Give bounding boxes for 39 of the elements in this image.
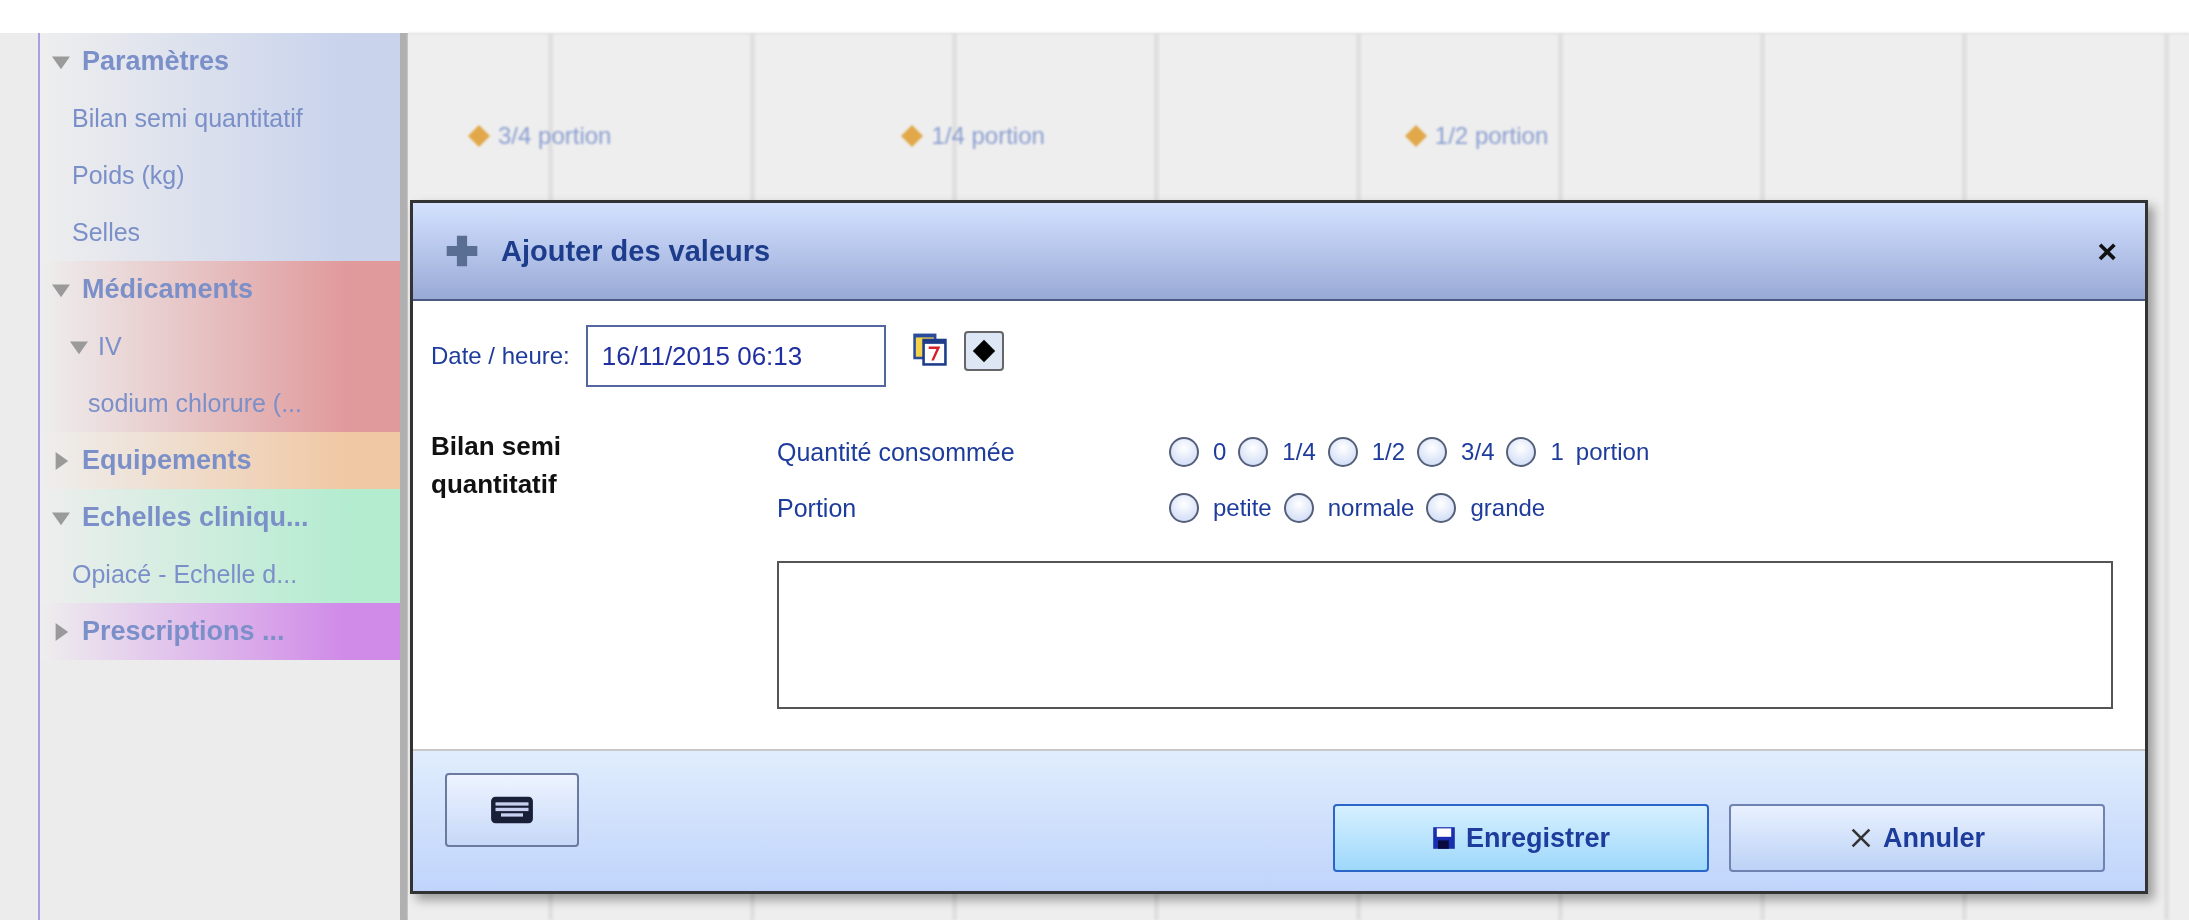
option-label: 3/4 [1461,438,1495,466]
radio-button[interactable] [1169,437,1199,467]
now-button[interactable] [963,331,1004,371]
date-field[interactable]: 16/11/2015 06:13 [585,325,886,387]
save-button[interactable]: Enregistrer [1333,804,1709,872]
notes-field[interactable] [777,561,2113,709]
option-label: normale [1327,494,1415,522]
radio-button[interactable] [1426,493,1457,523]
diamond-icon [901,125,924,147]
radio-button[interactable] [1506,437,1537,467]
calendar-icon[interactable] [911,331,948,367]
event-label: 1/2 portion [1434,122,1549,150]
unit-label: portion [1575,438,1650,466]
cancel-button[interactable]: Annuler [1729,804,2105,872]
keyboard-icon [490,795,534,825]
event-label: 1/4 portion [931,122,1045,150]
radio-button[interactable] [1169,493,1199,523]
field-label: Quantité consommée [777,437,1016,467]
radio-button[interactable] [1238,437,1269,467]
radio-button[interactable] [1327,437,1358,467]
option-label: 0 [1213,438,1227,466]
plus-icon [445,234,479,268]
event-label: 3/4 portion [498,122,612,150]
diamond-icon [468,125,490,147]
radio-button[interactable] [1283,493,1314,523]
keyboard-button[interactable] [445,773,579,847]
option-label: petite [1213,494,1272,522]
option-label: grande [1470,494,1546,522]
dialog-title: Ajouter des valeurs [501,234,772,268]
option-label: 1/2 [1371,438,1406,466]
section-title: Bilan semi quantitatif [431,430,563,501]
close-button[interactable]: × [2097,231,2117,271]
field-label: Portion [777,493,858,523]
radio-button[interactable] [1417,437,1448,467]
date-label: Date / heure: [431,342,570,370]
diamond-icon [1404,125,1427,147]
option-label: 1/4 [1282,438,1316,466]
option-label: 1 [1550,438,1564,466]
x-icon [1849,826,1873,850]
